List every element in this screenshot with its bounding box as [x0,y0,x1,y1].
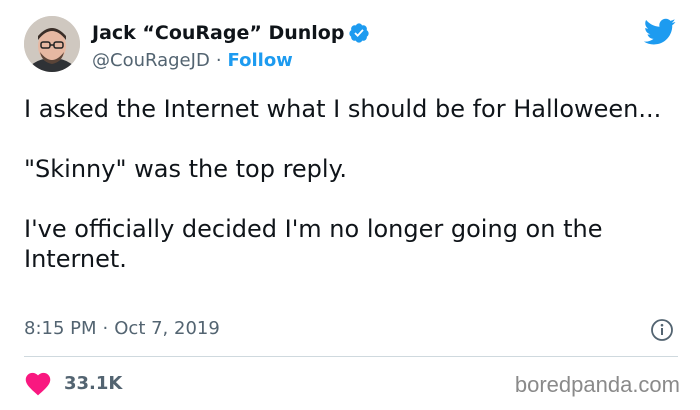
author-display-name[interactable]: Jack “CouRage” Dunlop [92,22,344,44]
avatar[interactable] [24,16,80,72]
tweet-timestamp[interactable]: 8:15 PM · Oct 7, 2019 [24,318,220,339]
twitter-bird-icon[interactable] [644,18,676,46]
tweet-paragraph: I've officially decided I'm no longer go… [24,215,603,273]
like-count: 33.1K [64,372,123,394]
tweet-paragraph: I asked the Internet what I should be fo… [24,95,662,123]
follow-button[interactable]: Follow [228,50,293,71]
info-icon[interactable] [650,318,674,342]
author-handle-row: @CouRageJD · Follow [92,50,293,71]
author-name-row: Jack “CouRage” Dunlop [92,22,370,44]
like-button[interactable]: 33.1K [24,370,122,396]
handle-separator: · [215,50,222,71]
heart-icon [25,372,51,396]
verified-badge-icon [349,23,370,43]
author-handle[interactable]: @CouRageJD [92,50,210,71]
avatar-image [24,16,80,72]
tweet-paragraph: "Skinny" was the top reply. [24,155,347,183]
divider [24,356,678,357]
tweet-time: 8:15 PM [24,318,97,339]
watermark: boredpanda.com [514,372,680,397]
timestamp-separator: · [102,318,109,339]
tweet-date: Oct 7, 2019 [114,318,220,339]
tweet-text: I asked the Internet what I should be fo… [24,94,664,304]
